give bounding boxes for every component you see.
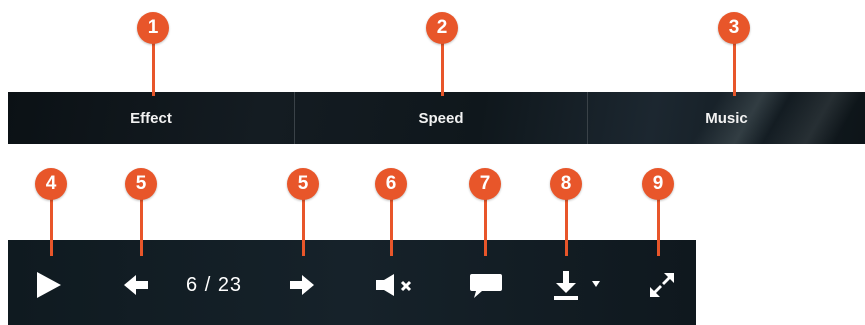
callout-line-2 [441, 40, 444, 96]
callout-badge-7: 7 [469, 168, 501, 200]
expand-icon [650, 273, 674, 297]
caret-down-icon [592, 281, 600, 287]
music-label: Music [705, 109, 748, 127]
play-icon [37, 272, 61, 298]
callout-badge-8: 8 [550, 168, 582, 200]
callout-badge-1: 1 [137, 12, 169, 44]
download-options-dropdown[interactable] [588, 276, 604, 292]
speech-bubble-icon [470, 274, 502, 298]
callout-line-7 [484, 196, 487, 256]
download-icon [554, 271, 578, 300]
slide-separator: / [204, 274, 212, 296]
callout-line-5b [302, 196, 305, 256]
effect-label: Effect [130, 109, 172, 127]
callout-badge-9: 9 [642, 168, 674, 200]
previous-slide-button[interactable] [118, 270, 154, 300]
callout-line-4 [50, 196, 53, 256]
callout-line-9 [657, 196, 660, 256]
callout-badge-2: 2 [426, 12, 458, 44]
callout-badge-3: 3 [718, 12, 750, 44]
comment-button[interactable] [466, 270, 506, 302]
callout-line-6 [390, 196, 393, 256]
callout-line-1 [152, 40, 155, 96]
callout-badge-5a: 5 [125, 168, 157, 200]
speed-label: Speed [418, 109, 464, 127]
slideshow-settings-bar: Effect Speed Music [8, 92, 865, 144]
slideshow-player-bar: 6 / 23 [8, 240, 696, 325]
mute-button[interactable] [370, 270, 418, 300]
callout-badge-4: 4 [35, 168, 67, 200]
callout-line-5a [140, 196, 143, 256]
callout-line-3 [733, 40, 736, 96]
fullscreen-button[interactable] [642, 268, 682, 302]
music-tab[interactable]: Music [587, 92, 865, 144]
callout-line-8 [565, 196, 568, 256]
play-button[interactable] [28, 268, 68, 302]
arrow-right-icon [290, 275, 314, 295]
next-slide-button[interactable] [284, 270, 320, 300]
total-slides-number: 23 [217, 274, 243, 296]
slide-counter: 6 / 23 [186, 274, 242, 297]
arrow-left-icon [124, 275, 148, 295]
current-slide-number: 6 [186, 274, 199, 296]
speaker-muted-icon [376, 274, 412, 296]
effect-tab[interactable]: Effect [8, 92, 294, 144]
speed-tab[interactable]: Speed [294, 92, 587, 144]
callout-badge-6: 6 [375, 168, 407, 200]
download-button[interactable] [546, 268, 586, 302]
callout-badge-5b: 5 [287, 168, 319, 200]
